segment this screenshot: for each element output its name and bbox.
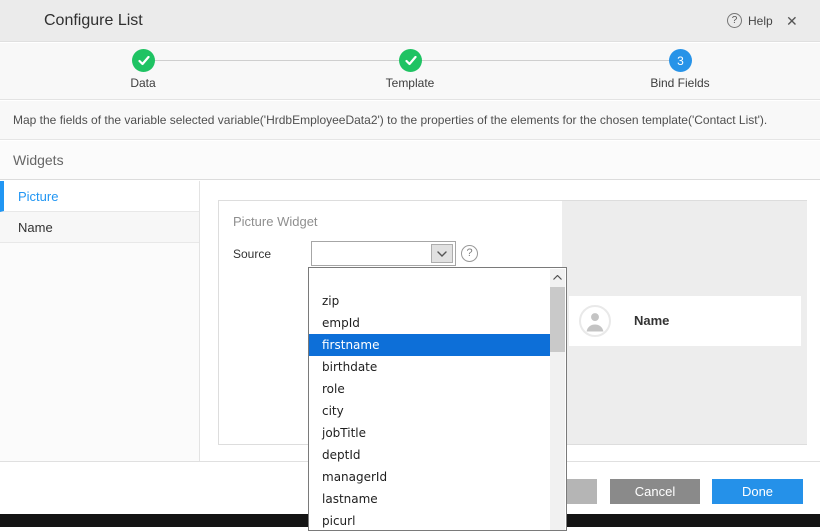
source-dropdown-list: zip empId firstname birthdate role city … (308, 267, 567, 531)
dropdown-option-empty[interactable] (309, 268, 550, 290)
step-data-check-icon[interactable] (132, 49, 155, 72)
dropdown-scrollbar[interactable] (550, 269, 565, 530)
help-button[interactable]: Help (748, 0, 773, 42)
source-select[interactable] (311, 241, 456, 266)
dropdown-option[interactable]: deptId (309, 444, 550, 466)
check-icon (405, 56, 417, 66)
caret-up-icon (553, 275, 562, 280)
panel-title: Picture Widget (233, 214, 318, 229)
done-button[interactable]: Done (712, 479, 803, 504)
step-template-label: Template (350, 76, 470, 90)
description-bar: Map the fields of the variable selected … (0, 101, 820, 140)
preview-name-label: Name (634, 296, 669, 346)
avatar (579, 305, 611, 337)
scroll-up-button[interactable] (550, 269, 565, 285)
check-icon (138, 56, 150, 66)
dialog-title: Configure List (44, 0, 143, 42)
help-icon[interactable]: ? (727, 13, 742, 28)
stepper: Data Template 3 Bind Fields (0, 43, 820, 100)
dropdown-option[interactable]: role (309, 378, 550, 400)
sidebar-item-picture-label: Picture (18, 189, 58, 204)
dropdown-option[interactable]: zip (309, 290, 550, 312)
dropdown-option[interactable]: lastname (309, 488, 550, 510)
dropdown-option[interactable]: jobTitle (309, 422, 550, 444)
preview-card: Name (569, 296, 801, 346)
configure-list-dialog: Configure List ? Help ✕ Data Template 3 … (0, 0, 820, 531)
select-dropdown-button[interactable] (431, 244, 453, 263)
mapping-description: Map the fields of the variable selected … (13, 101, 767, 139)
source-label: Source (233, 247, 271, 261)
dropdown-option[interactable]: empId (309, 312, 550, 334)
sidebar-item-name[interactable]: Name (0, 212, 199, 243)
close-icon[interactable]: ✕ (786, 0, 798, 42)
dropdown-option-highlighted[interactable]: firstname (309, 334, 550, 356)
sidebar-item-picture[interactable]: Picture (0, 181, 199, 212)
step-template-check-icon[interactable] (399, 49, 422, 72)
step-data-label: Data (83, 76, 203, 90)
dropdown-option[interactable]: birthdate (309, 356, 550, 378)
person-icon (581, 307, 609, 335)
widgets-sidebar: Picture Name (0, 181, 200, 461)
chevron-down-icon (437, 251, 447, 257)
dialog-header: Configure List ? Help ✕ (0, 0, 820, 42)
widgets-bar: Widgets (0, 141, 820, 180)
dropdown-option[interactable]: picurl (309, 510, 550, 531)
dropdown-option[interactable]: city (309, 400, 550, 422)
dropdown-options: zip empId firstname birthdate role city … (309, 268, 550, 531)
source-help-icon[interactable]: ? (461, 245, 478, 262)
step-bind-fields-label: Bind Fields (620, 76, 740, 90)
dropdown-option[interactable]: managerId (309, 466, 550, 488)
widgets-heading: Widgets (13, 141, 64, 179)
cancel-button[interactable]: Cancel (610, 479, 700, 504)
scrollbar-thumb[interactable] (550, 287, 565, 352)
template-preview: Name (562, 201, 807, 444)
step-bind-fields-number[interactable]: 3 (669, 49, 692, 72)
sidebar-item-name-label: Name (18, 220, 53, 235)
